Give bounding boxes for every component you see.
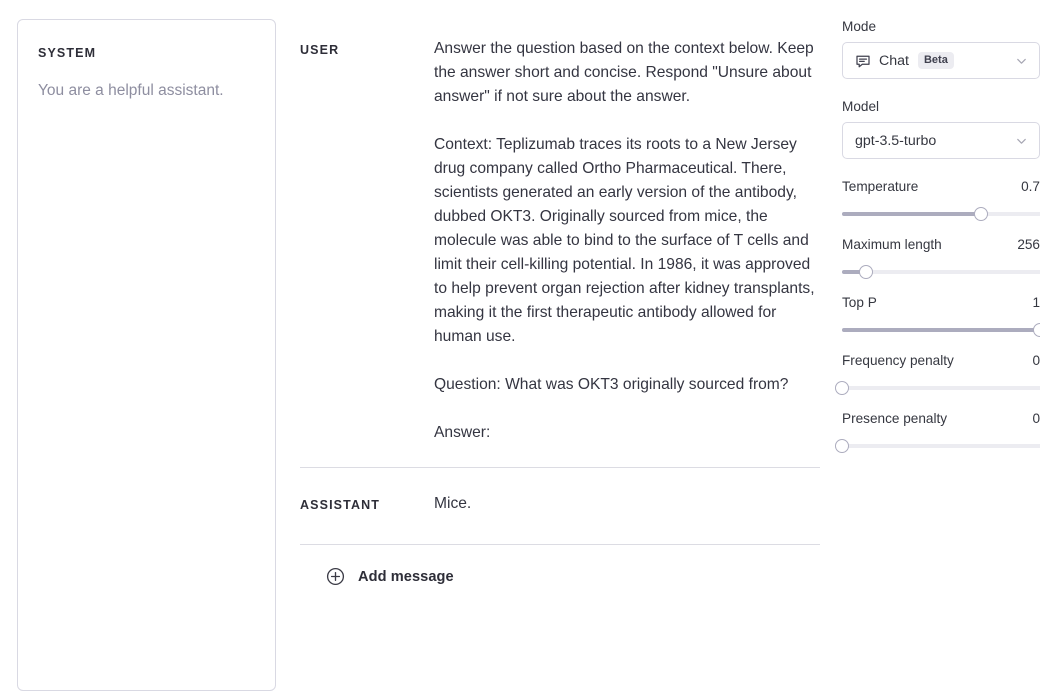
mode-label: Mode (842, 19, 877, 34)
mode-value: Chat (879, 52, 909, 69)
slider-value-presence-penalty: 0 (1032, 411, 1040, 426)
settings-rail: Mode Chat Beta Model gpt-3.5-turbo Tempe… (835, 19, 1040, 469)
chevron-down-icon (1015, 54, 1028, 67)
message-text-assistant[interactable]: Mice. (434, 492, 820, 516)
slider-track-presence-penalty[interactable] (835, 437, 1040, 455)
system-prompt-input[interactable]: You are a helpful assistant. (38, 79, 255, 103)
message-row-assistant[interactable]: ASSISTANT Mice. (300, 468, 820, 544)
beta-badge: Beta (917, 52, 954, 69)
slider-block-temperature: Temperature 0.7 (842, 179, 1040, 223)
chevron-down-icon (1015, 134, 1028, 147)
slider-head-maximum-length: Maximum length 256 (842, 237, 1040, 252)
slider-label-top-p: Top P (842, 295, 877, 310)
plus-circle-icon (326, 567, 345, 586)
message-row-user[interactable]: USER Answer the question based on the co… (300, 19, 820, 467)
slider-track-fill (842, 328, 1040, 332)
slider-value-maximum-length: 256 (1017, 237, 1040, 252)
slider-track-frequency-penalty[interactable] (835, 379, 1040, 397)
slider-thumb-presence-penalty[interactable] (835, 439, 849, 453)
slider-block-top-p: Top P 1 (842, 295, 1040, 339)
chat-bubble-icon (855, 53, 871, 69)
slider-track-maximum-length[interactable] (842, 263, 1040, 281)
model-select[interactable]: gpt-3.5-turbo (842, 122, 1040, 159)
slider-label-frequency-penalty: Frequency penalty (842, 353, 954, 368)
slider-block-presence-penalty: Presence penalty 0 (835, 411, 1040, 455)
slider-track-fill (842, 212, 981, 216)
mode-select[interactable]: Chat Beta (842, 42, 1040, 79)
slider-list: Temperature 0.7 Maximum length 256 Top P 1 Fre… (835, 179, 1040, 455)
slider-head-top-p: Top P 1 (842, 295, 1040, 310)
conversation-panel: USER Answer the question based on the co… (300, 19, 820, 596)
slider-head-presence-penalty: Presence penalty 0 (842, 411, 1040, 426)
message-text-user[interactable]: Answer the question based on the context… (434, 37, 820, 445)
slider-thumb-frequency-penalty[interactable] (835, 381, 849, 395)
slider-head-temperature: Temperature 0.7 (842, 179, 1040, 194)
system-panel[interactable]: SYSTEM You are a helpful assistant. (17, 19, 276, 691)
add-message-label: Add message (358, 568, 454, 585)
message-role-user: USER (300, 43, 340, 57)
message-role-assistant: ASSISTANT (300, 498, 381, 512)
slider-label-temperature: Temperature (842, 179, 919, 194)
slider-track-temperature[interactable] (842, 205, 1040, 223)
playground-root: SYSTEM You are a helpful assistant. USER… (0, 0, 1040, 699)
add-message-button[interactable]: Add message (300, 545, 820, 596)
slider-block-frequency-penalty: Frequency penalty 0 (835, 353, 1040, 397)
slider-track-bg (842, 444, 1040, 448)
system-label: SYSTEM (38, 46, 97, 60)
slider-label-presence-penalty: Presence penalty (842, 411, 948, 426)
slider-track-bg (842, 386, 1040, 390)
slider-thumb-temperature[interactable] (973, 207, 988, 221)
model-label: Model (842, 99, 880, 114)
model-value: gpt-3.5-turbo (855, 132, 937, 149)
slider-track-top-p[interactable] (842, 321, 1040, 339)
slider-thumb-top-p[interactable] (1033, 323, 1040, 337)
slider-block-maximum-length: Maximum length 256 (842, 237, 1040, 281)
slider-value-top-p: 1 (1032, 295, 1040, 310)
slider-label-maximum-length: Maximum length (842, 237, 942, 252)
slider-value-frequency-penalty: 0 (1032, 353, 1040, 368)
slider-thumb-maximum-length[interactable] (858, 265, 873, 279)
slider-value-temperature: 0.7 (1021, 179, 1040, 194)
slider-head-frequency-penalty: Frequency penalty 0 (842, 353, 1040, 368)
